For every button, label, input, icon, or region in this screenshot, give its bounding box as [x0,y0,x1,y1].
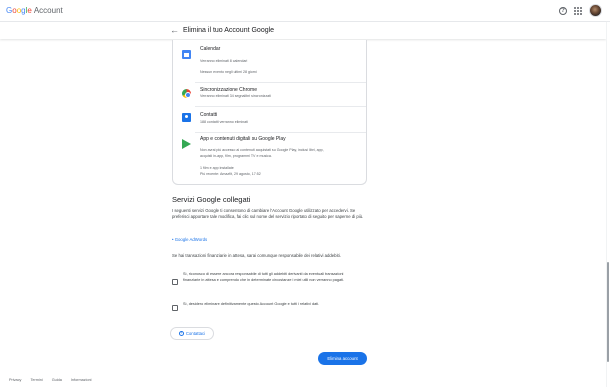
divider [195,82,366,83]
footer-terms-link[interactable]: Termini [30,378,42,383]
service-detail-chrome-1: Verranno eliminati 34 segnalibri sincron… [200,94,271,98]
service-title-chrome: Sincronizzazione Chrome [200,87,257,93]
service-detail-calendar-2: Nessun evento negli ultimi 28 giorni [200,70,257,74]
chrome-icon [182,89,191,98]
linked-services-heading: Servizi Google collegati [172,195,251,204]
service-detail-play-2: acquisti in-app, film, programmi TV e mu… [200,154,272,158]
linked-services-intro: I seguenti servizi Google ti consentono … [172,208,364,220]
avatar[interactable] [589,4,602,17]
top-bar: Google Account ? [0,0,610,22]
delete-account-button[interactable]: Elimina account [318,352,367,365]
contacts-icon [182,113,191,122]
google-account-logo[interactable]: Google Account [6,6,63,16]
delete-account-label: Elimina account [327,356,358,361]
divider [195,106,366,107]
service-detail-play-3: 1 film e app installate [200,166,234,170]
logo-account-text: Account [33,6,63,15]
scrollbar-thumb[interactable] [607,262,609,362]
service-detail-play-4: Più recente: Amazfit, 29 agosto, 17:52 [200,172,261,176]
footer-privacy-link[interactable]: Privacy [9,378,21,383]
deleted-services-card: Calendar Verranno eliminati 8 calendari … [172,40,367,185]
header-actions: ? [559,4,602,17]
google-adwords-link[interactable]: • Google AdWords [172,237,207,243]
logo-letter-e: e [27,6,32,15]
help-icon[interactable]: ? [559,6,567,15]
service-detail-calendar-1: Verranno eliminati 8 calendari [200,59,248,63]
divider [195,132,366,133]
service-detail-contacts-1: 188 contatti verranno eliminati [200,120,248,124]
contact-button-label: Contattaci [185,331,206,336]
help-outline-icon: ? [178,331,184,336]
service-title-contacts: Contatti [200,112,218,118]
page-title: Elimina il tuo Account Google [183,27,275,34]
arrow-back-icon[interactable]: ← [170,25,179,36]
confirm-delete-checkbox[interactable] [172,305,178,311]
calendar-icon [182,50,191,59]
footer-links: Privacy Termini Guida Informazioni [9,378,92,383]
service-title-calendar: Calendar [200,46,221,52]
footer-help-link[interactable]: Guida [52,378,62,383]
pending-transactions-note: Se hai transazioni finanziarie in attesa… [172,253,341,258]
confirm-delete-label[interactable]: Sì, desidero eliminare definitivamente q… [183,302,358,308]
footer-info-link[interactable]: Informazioni [71,378,92,383]
service-title-play: App e contenuti digitali su Google Play [200,136,286,142]
acknowledge-charges-label[interactable]: Sì, riconosco di essere ancora responsab… [183,272,358,283]
service-detail-play-1: Non avrai più accesso ai contenuti acqui… [200,148,324,152]
page-header: ← Elimina il tuo Account Google [0,22,606,39]
google-play-icon [182,139,191,149]
acknowledge-charges-checkbox[interactable] [172,279,178,285]
contact-button[interactable]: ? Contattaci [170,327,214,340]
apps-grid-icon[interactable] [574,6,582,15]
